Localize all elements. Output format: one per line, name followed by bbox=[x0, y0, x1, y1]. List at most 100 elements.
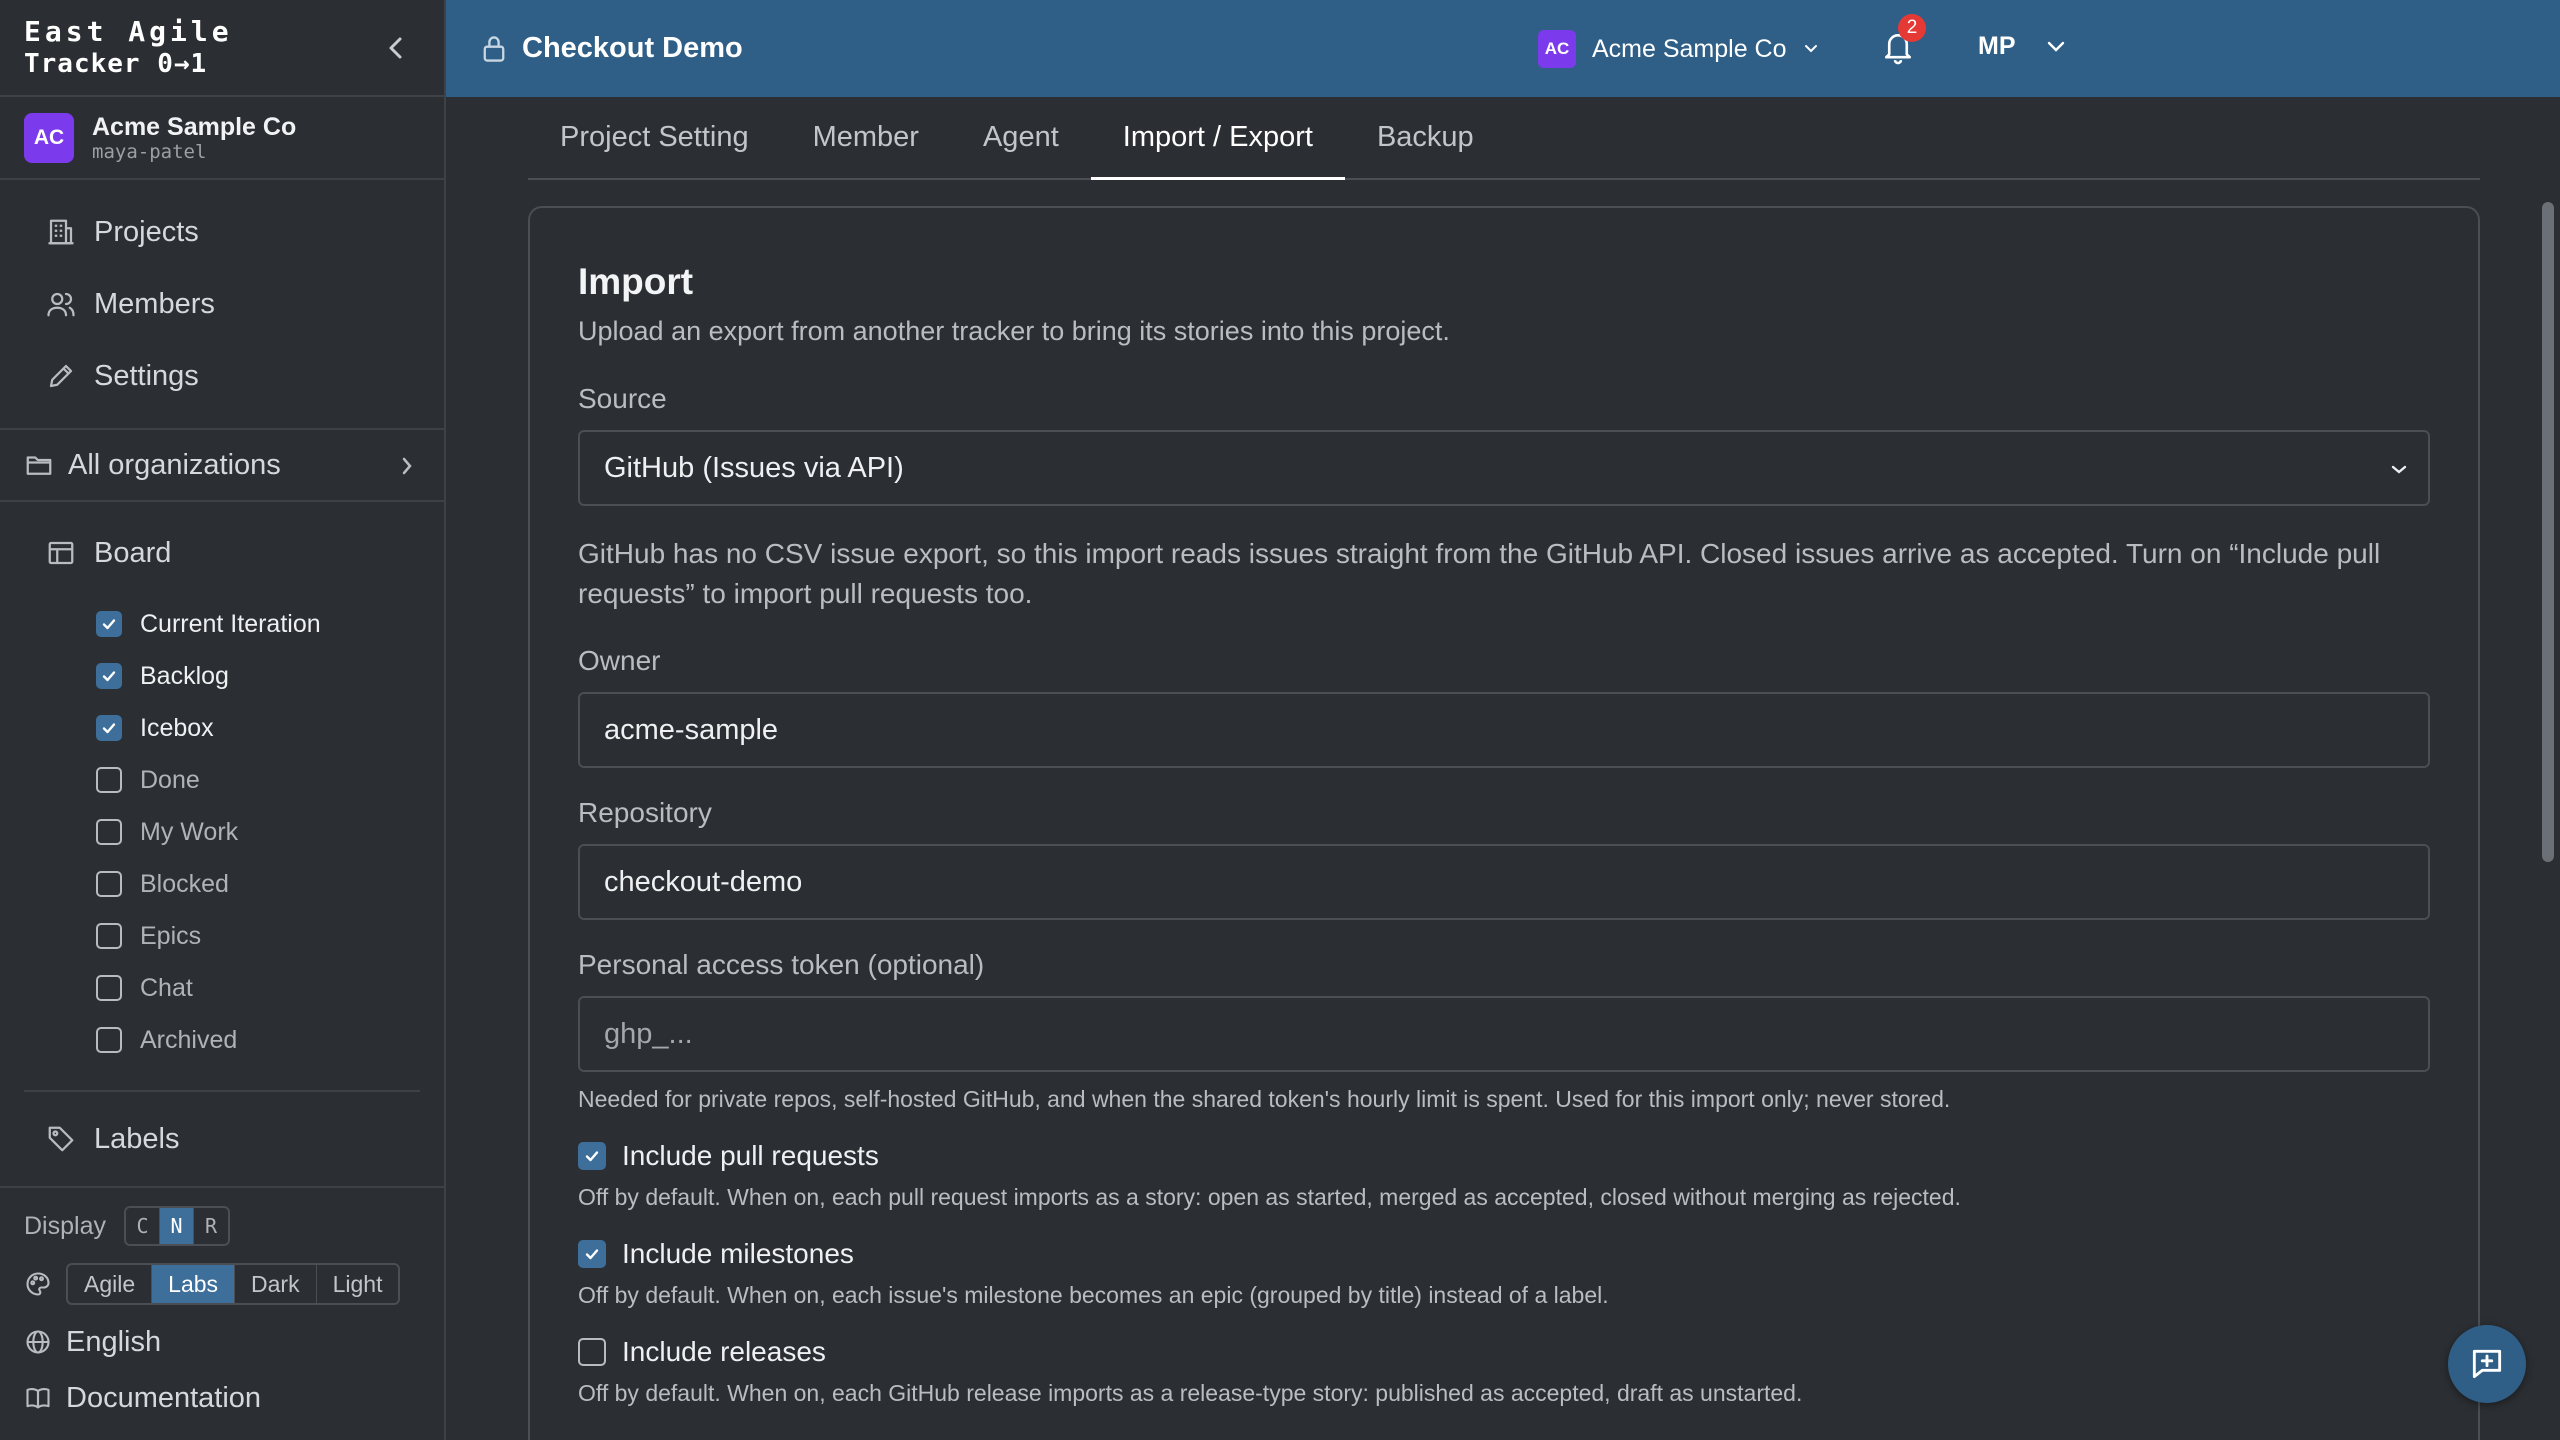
board-panel-item[interactable]: Icebox bbox=[96, 702, 444, 754]
import-option-toggle[interactable]: Include pull requests bbox=[578, 1140, 2430, 1172]
repository-field[interactable]: checkout-demo bbox=[578, 844, 2430, 920]
board-label: Board bbox=[94, 536, 172, 569]
theme-segmented: Agile Labs Dark Light bbox=[66, 1263, 401, 1305]
tag-icon bbox=[46, 1124, 76, 1154]
org-dropdown[interactable]: AC Acme Sample Co bbox=[1538, 30, 1819, 68]
sidebar-nav: Projects Members Settings bbox=[0, 180, 444, 430]
sidebar-item-labels[interactable]: Labels bbox=[0, 1092, 444, 1188]
brand-header: East Agile Tracker 0→1 bbox=[0, 0, 444, 97]
display-density-control: Display CNR bbox=[0, 1198, 444, 1254]
board-panel-item[interactable]: Epics bbox=[96, 910, 444, 962]
checkmark-icon bbox=[100, 667, 118, 685]
board-panel-item[interactable]: Done bbox=[96, 754, 444, 806]
building-icon bbox=[46, 217, 76, 247]
import-option-description: Off by default. When on, each issue's mi… bbox=[578, 1282, 1609, 1308]
language-label: English bbox=[66, 1325, 162, 1358]
checkmark-icon bbox=[583, 1245, 601, 1263]
board-panel-item[interactable]: My Work bbox=[96, 806, 444, 858]
import-option-toggle[interactable]: Include releases bbox=[578, 1336, 2430, 1368]
tab-member[interactable]: Member bbox=[781, 96, 951, 178]
org-dropdown-label: Acme Sample Co bbox=[1592, 34, 1787, 63]
token-hint: Needed for private repos, self-hosted Gi… bbox=[578, 1086, 1951, 1112]
source-value: GitHub (Issues via API) bbox=[604, 451, 904, 484]
checkmark-icon bbox=[583, 1147, 601, 1165]
theme-option[interactable]: Agile bbox=[68, 1265, 153, 1303]
org-switcher[interactable]: AC Acme Sample Co maya-patel bbox=[0, 97, 444, 180]
import-option: Include milestones Off by default. When o… bbox=[578, 1238, 2430, 1310]
display-option[interactable]: R bbox=[194, 1208, 228, 1244]
board-panel-label: Icebox bbox=[140, 713, 214, 742]
token-field[interactable]: ghp_... bbox=[578, 996, 2430, 1072]
language-selector[interactable]: English bbox=[0, 1314, 444, 1370]
board-panel-label: My Work bbox=[140, 817, 239, 846]
documentation-link[interactable]: Documentation bbox=[0, 1370, 444, 1426]
board-panel-item[interactable]: Blocked bbox=[96, 858, 444, 910]
tab-backup[interactable]: Backup bbox=[1345, 96, 1506, 178]
notification-badge: 2 bbox=[1898, 14, 1926, 42]
display-option[interactable]: N bbox=[159, 1208, 194, 1244]
collapse-sidebar-icon[interactable] bbox=[384, 34, 408, 62]
import-option: Include pull requests Off by default. Whe… bbox=[578, 1140, 2430, 1212]
sidebar-item-settings[interactable]: Settings bbox=[0, 340, 444, 412]
project-title: Checkout Demo bbox=[522, 32, 743, 64]
board-panel-item[interactable]: Archived bbox=[96, 1014, 444, 1066]
tab-import-export[interactable]: Import / Export bbox=[1090, 96, 1346, 180]
import-option: Include releases Off by default. When on,… bbox=[578, 1336, 2430, 1408]
checkbox-unchecked[interactable] bbox=[96, 923, 122, 949]
checkbox-checked[interactable] bbox=[96, 663, 122, 689]
repository-value: checkout-demo bbox=[604, 865, 803, 898]
checkmark-icon bbox=[100, 719, 118, 737]
source-select[interactable]: GitHub (Issues via API) bbox=[578, 430, 2430, 506]
board-panel-item[interactable]: Backlog bbox=[96, 650, 444, 702]
chevron-down-icon bbox=[1803, 43, 1819, 55]
token-label: Personal access token (optional) bbox=[578, 949, 985, 980]
checkbox-unchecked[interactable] bbox=[96, 819, 122, 845]
feedback-button[interactable] bbox=[2448, 1325, 2526, 1403]
chevron-right-icon bbox=[400, 455, 414, 477]
scrollbar-thumb[interactable] bbox=[2542, 202, 2554, 862]
all-organizations-link[interactable]: All organizations bbox=[0, 430, 444, 502]
theme-option[interactable]: Dark bbox=[235, 1265, 317, 1303]
theme-option[interactable]: Labs bbox=[152, 1265, 236, 1303]
board-panel-item[interactable]: Chat bbox=[96, 962, 444, 1014]
owner-field[interactable]: acme-sample bbox=[578, 692, 2430, 768]
theme-option[interactable]: Light bbox=[317, 1265, 399, 1303]
checkbox-unchecked[interactable] bbox=[578, 1338, 606, 1366]
import-option-toggle[interactable]: Include milestones bbox=[578, 1238, 2430, 1270]
user-initials: MP bbox=[1978, 32, 2016, 60]
board-panel-label: Done bbox=[140, 765, 200, 794]
checkbox-unchecked[interactable] bbox=[96, 767, 122, 793]
checkbox-checked[interactable] bbox=[96, 715, 122, 741]
sidebar-item-members[interactable]: Members bbox=[0, 268, 444, 340]
sidebar-item-projects[interactable]: Projects bbox=[0, 196, 444, 268]
checkmark-icon bbox=[100, 615, 118, 633]
checkbox-unchecked[interactable] bbox=[96, 871, 122, 897]
owner-label: Owner bbox=[578, 645, 661, 676]
tab-project-setting[interactable]: Project Setting bbox=[528, 96, 781, 178]
sidebar-item-label: Projects bbox=[94, 215, 199, 248]
board-panel-item[interactable]: Current Iteration bbox=[96, 598, 444, 650]
brand-line-1: East Agile bbox=[24, 14, 233, 48]
sidebar-item-label: Members bbox=[94, 287, 215, 320]
checkbox-unchecked[interactable] bbox=[96, 975, 122, 1001]
checkbox-checked[interactable] bbox=[578, 1240, 606, 1268]
checkbox-unchecked[interactable] bbox=[96, 1027, 122, 1053]
tab-agent[interactable]: Agent bbox=[951, 96, 1091, 178]
board-panel-label: Epics bbox=[140, 921, 202, 950]
users-icon bbox=[46, 289, 76, 319]
repository-label: Repository bbox=[578, 797, 712, 828]
message-plus-icon bbox=[2468, 1345, 2506, 1383]
layout-icon bbox=[46, 538, 76, 568]
board-panel-label: Current Iteration bbox=[140, 609, 321, 638]
checkbox-checked[interactable] bbox=[96, 611, 122, 637]
github-info-text: GitHub has no CSV issue export, so this … bbox=[578, 538, 2381, 609]
board-panel-list: Current Iteration Backlog Icebox Done My Wor… bbox=[0, 598, 444, 1066]
checkbox-checked[interactable] bbox=[578, 1142, 606, 1170]
org-name: Acme Sample Co bbox=[92, 112, 297, 141]
import-card: Import Upload an export from another tra… bbox=[528, 206, 2480, 1440]
user-menu[interactable]: MP bbox=[1978, 32, 2066, 61]
display-option[interactable]: C bbox=[126, 1208, 160, 1244]
import-options: Include pull requests Off by default. Whe… bbox=[578, 1140, 2430, 1408]
sidebar-item-board[interactable]: Board bbox=[0, 508, 444, 598]
board-panel-label: Blocked bbox=[140, 869, 229, 898]
